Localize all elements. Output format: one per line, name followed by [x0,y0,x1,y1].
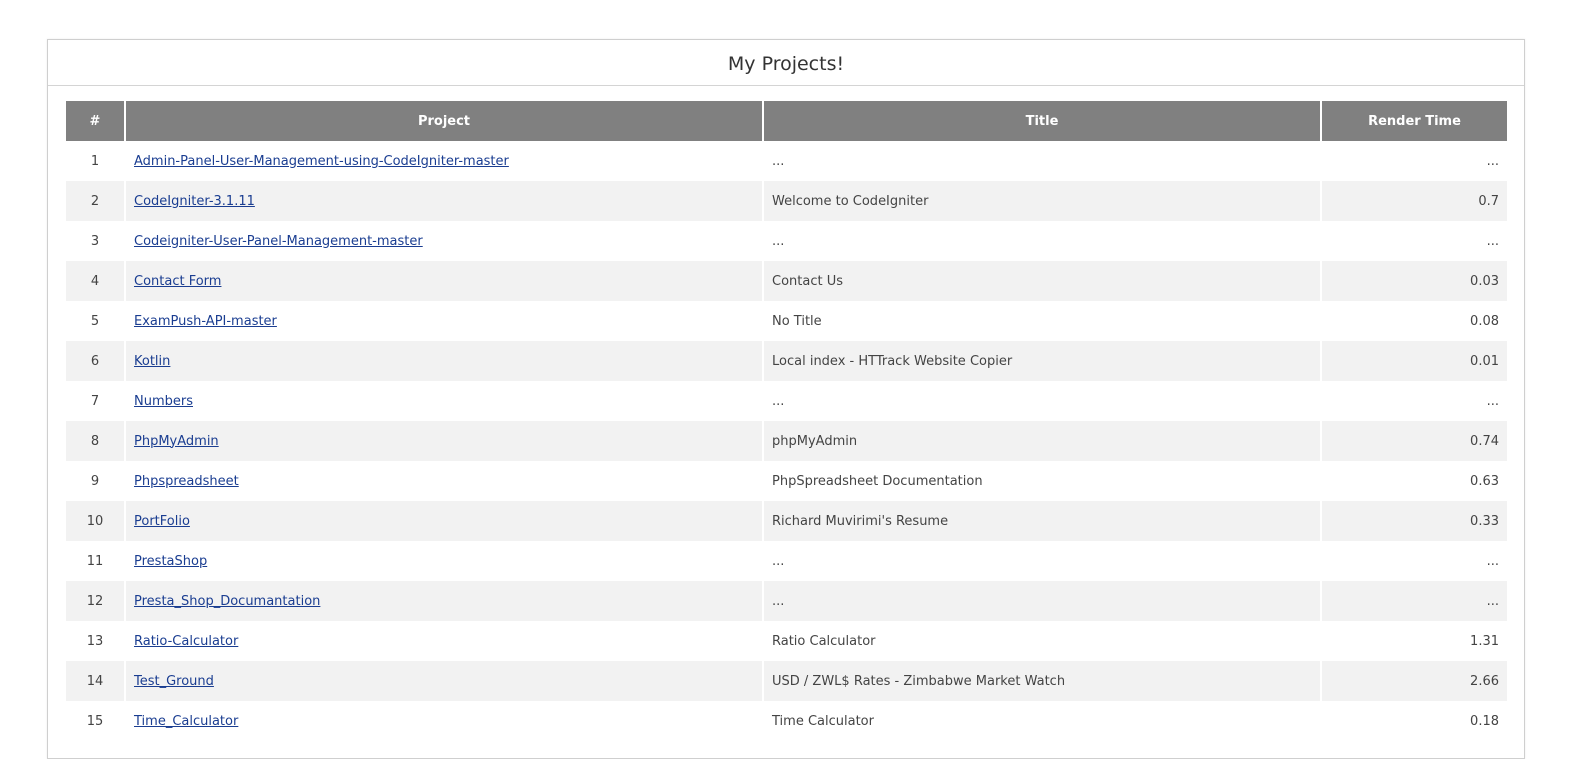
table-row: 11 PrestaShop ... ... [66,541,1507,581]
render-time-cell: 0.08 [1470,313,1499,329]
title-cell: phpMyAdmin [764,421,1320,461]
row-number: 8 [66,421,124,461]
project-link[interactable]: Time_Calculator [134,714,238,729]
title-cell: ... [772,153,785,169]
project-link[interactable]: Codeigniter-User-Panel-Management-master [134,234,423,249]
render-time-cell: ... [1486,153,1499,169]
title-cell: ... [772,393,785,409]
row-number: 2 [66,181,124,221]
project-cell: Phpspreadsheet [126,461,762,501]
render-time-cell: ... [1486,233,1499,249]
row-number: 4 [66,261,124,301]
row-number: 11 [86,553,104,569]
render-time-cell: 0.7 [1322,181,1507,221]
title-cell: Time Calculator [772,713,874,729]
title-cell: No Title [772,313,822,329]
project-link[interactable]: PhpMyAdmin [134,434,219,449]
render-time-cell: ... [1322,581,1507,621]
row-number: 13 [86,633,104,649]
project-cell: PrestaShop [126,541,762,581]
title-cell: Welcome to CodeIgniter [764,181,1320,221]
column-header-project[interactable]: Project [126,101,762,141]
render-time-cell: 1.31 [1470,633,1499,649]
render-time-cell: 0.03 [1322,261,1507,301]
project-cell: Codeigniter-User-Panel-Management-master [126,221,762,261]
column-header-title[interactable]: Title [764,101,1320,141]
project-cell: CodeIgniter-3.1.11 [126,181,762,221]
row-number: 10 [66,501,124,541]
table-row: 3 Codeigniter-User-Panel-Management-mast… [66,221,1507,261]
table-row: 13 Ratio-Calculator Ratio Calculator 1.3… [66,621,1507,661]
title-cell: ... [772,233,785,249]
project-cell: ExamPush-API-master [126,301,762,341]
render-time-cell: ... [1486,393,1499,409]
title-cell: ... [772,553,785,569]
table-row: 8 PhpMyAdmin phpMyAdmin 0.74 [66,421,1507,461]
row-number: 1 [90,153,100,169]
column-header-render-time[interactable]: Render Time [1322,101,1507,141]
project-link[interactable]: ExamPush-API-master [134,314,277,329]
project-cell: Admin-Panel-User-Management-using-CodeIg… [126,141,762,181]
table-row: 15 Time_Calculator Time Calculator 0.18 [66,701,1507,741]
projects-panel: My Projects! # Project Title Render Time… [47,39,1525,759]
projects-table: # Project Title Render Time 1 Admin-Pane… [64,101,1509,741]
row-number: 6 [66,341,124,381]
table-row: 4 Contact Form Contact Us 0.03 [66,261,1507,301]
title-cell: Ratio Calculator [772,633,876,649]
project-cell: Numbers [126,381,762,421]
project-cell: Contact Form [126,261,762,301]
render-time-cell: 0.18 [1470,713,1499,729]
project-cell: Ratio-Calculator [126,621,762,661]
table-row: 7 Numbers ... ... [66,381,1507,421]
project-link[interactable]: Presta_Shop_Documantation [134,594,320,609]
table-row: 1 Admin-Panel-User-Management-using-Code… [66,141,1507,181]
project-link[interactable]: Kotlin [134,354,170,369]
project-link[interactable]: Phpspreadsheet [134,474,239,489]
render-time-cell: 0.74 [1322,421,1507,461]
table-row: 2 CodeIgniter-3.1.11 Welcome to CodeIgni… [66,181,1507,221]
project-cell: PortFolio [126,501,762,541]
table-row: 12 Presta_Shop_Documantation ... ... [66,581,1507,621]
table-row: 5 ExamPush-API-master No Title 0.08 [66,301,1507,341]
row-number: 9 [90,473,100,489]
project-link[interactable]: PortFolio [134,514,190,529]
render-time-cell: 0.01 [1322,341,1507,381]
table-row: 9 Phpspreadsheet PhpSpreadsheet Document… [66,461,1507,501]
project-cell: Kotlin [126,341,762,381]
project-link[interactable]: Admin-Panel-User-Management-using-CodeIg… [134,154,509,169]
title-cell: USD / ZWL$ Rates - Zimbabwe Market Watch [764,661,1320,701]
project-link[interactable]: Numbers [134,394,193,409]
title-cell: Contact Us [764,261,1320,301]
render-time-cell: 2.66 [1322,661,1507,701]
project-link[interactable]: CodeIgniter-3.1.11 [134,194,255,209]
page-title: My Projects! [48,40,1524,86]
project-cell: Presta_Shop_Documantation [126,581,762,621]
row-number: 12 [66,581,124,621]
table-row: 6 Kotlin Local index - HTTrack Website C… [66,341,1507,381]
title-cell: PhpSpreadsheet Documentation [772,473,983,489]
table-row: 10 PortFolio Richard Muvirimi's Resume 0… [66,501,1507,541]
table-header-row: # Project Title Render Time [66,101,1507,141]
project-link[interactable]: Ratio-Calculator [134,634,238,649]
row-number: 3 [90,233,100,249]
render-time-cell: 0.33 [1322,501,1507,541]
row-number: 15 [86,713,104,729]
row-number: 14 [66,661,124,701]
column-header-number[interactable]: # [66,101,124,141]
render-time-cell: ... [1486,553,1499,569]
project-link[interactable]: Test_Ground [134,674,214,689]
project-link[interactable]: Contact Form [134,274,221,289]
table-row: 14 Test_Ground USD / ZWL$ Rates - Zimbab… [66,661,1507,701]
project-cell: PhpMyAdmin [126,421,762,461]
project-cell: Test_Ground [126,661,762,701]
title-cell: Richard Muvirimi's Resume [764,501,1320,541]
render-time-cell: 0.63 [1470,473,1499,489]
row-number: 7 [90,393,100,409]
row-number: 5 [90,313,100,329]
project-link[interactable]: PrestaShop [134,554,207,569]
project-cell: Time_Calculator [126,701,762,741]
title-cell: Local index - HTTrack Website Copier [764,341,1320,381]
title-cell: ... [764,581,1320,621]
